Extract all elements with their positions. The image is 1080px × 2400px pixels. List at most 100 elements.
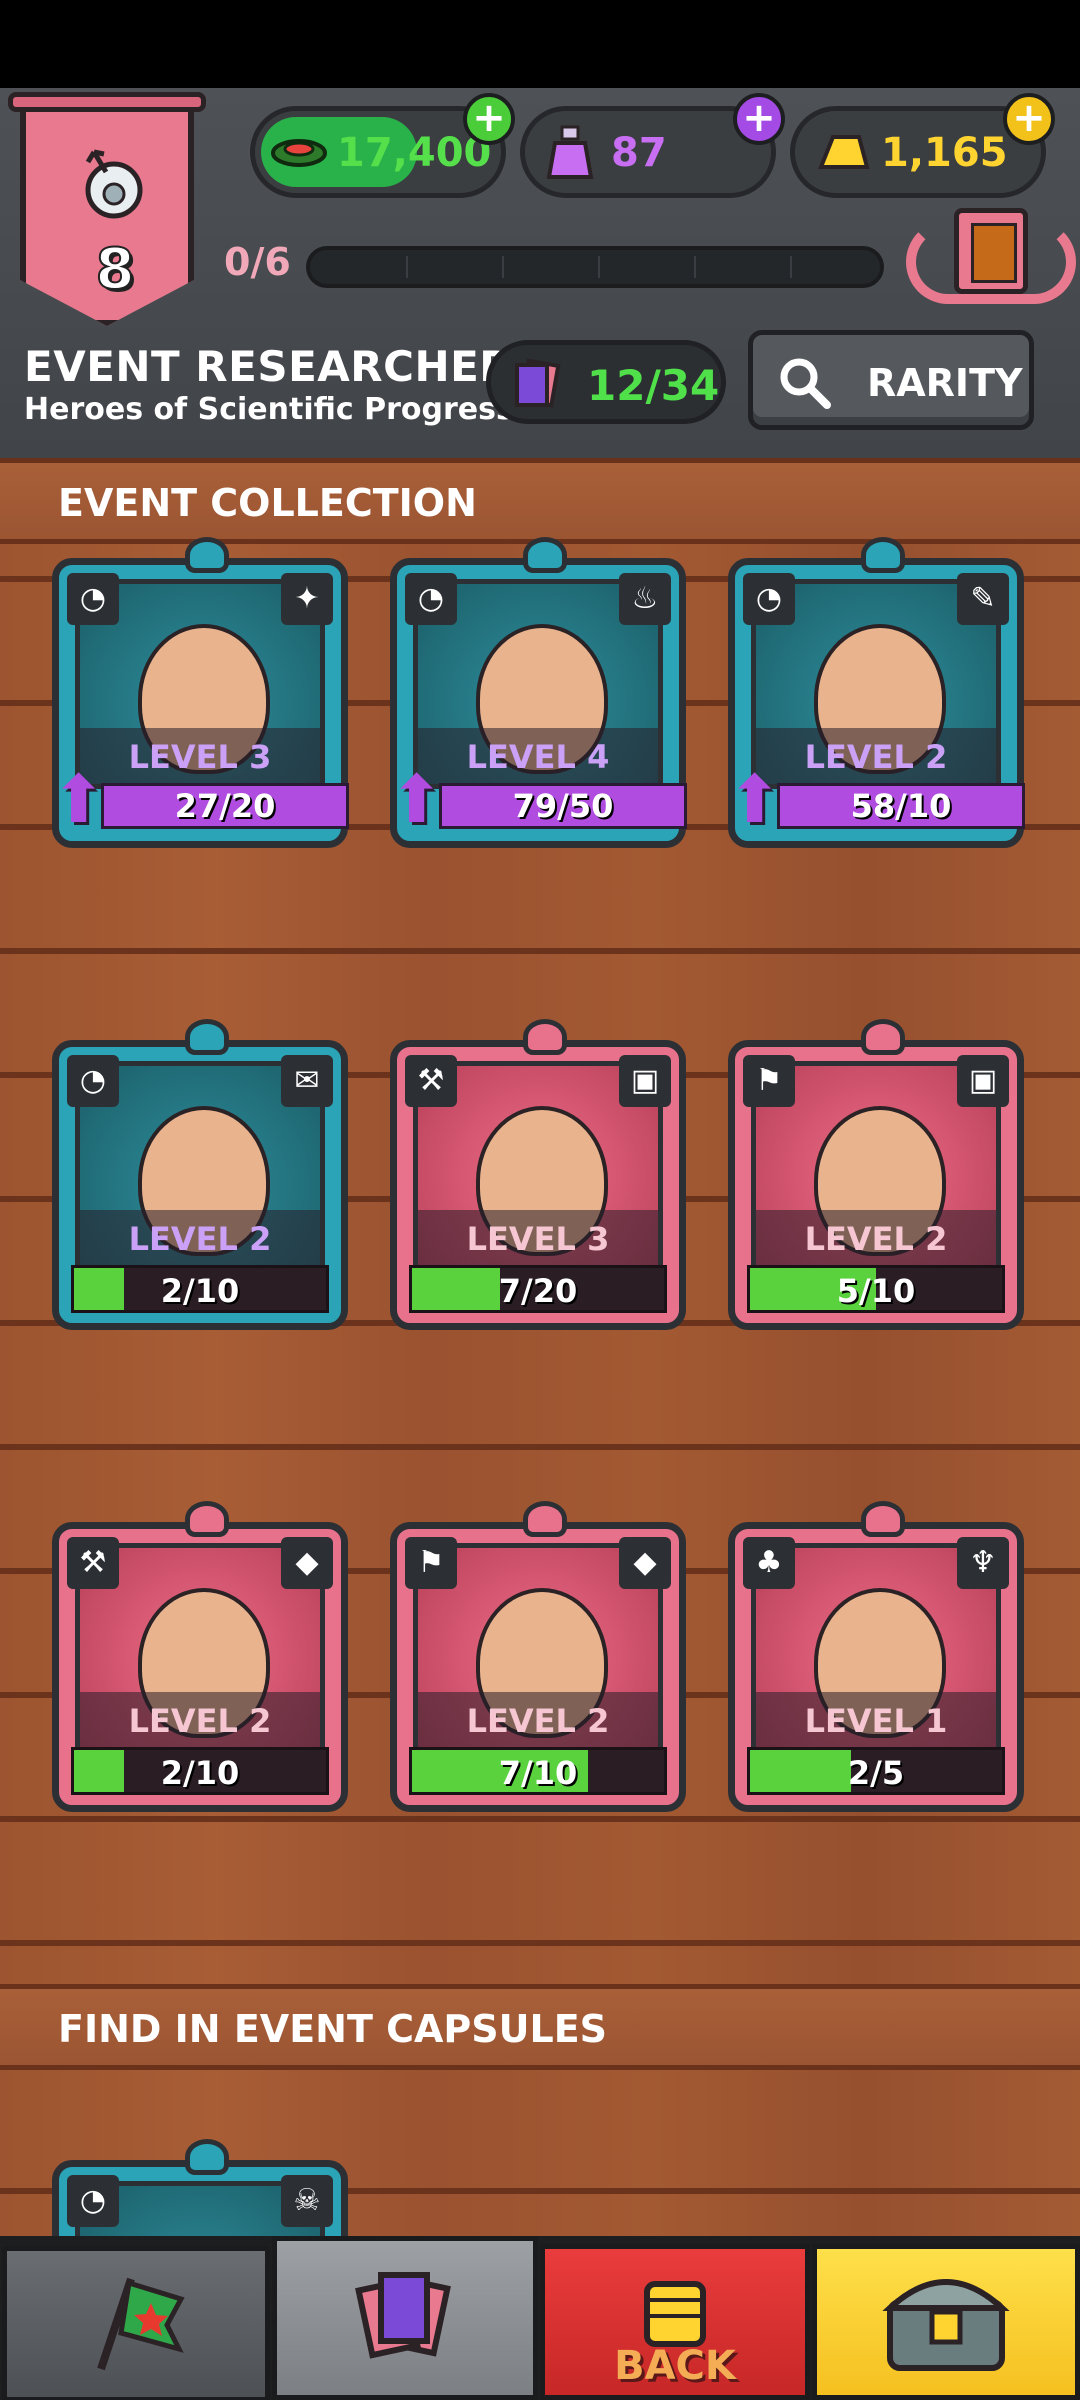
hero-card[interactable]: LEVEL 1 ♣ ♆ 2/5 <box>728 1501 1024 1812</box>
banner-rod <box>8 92 206 112</box>
potion-counter: 87 + <box>520 93 785 198</box>
card-progress-bar: 5/10 <box>747 1265 1005 1313</box>
hammer-icon: ⚒ <box>67 1537 119 1589</box>
xp-progress-bar <box>306 246 884 288</box>
status-bar <box>0 0 1080 88</box>
speed-gauge-icon: ◔ <box>67 2175 119 2227</box>
nav-shop-button[interactable] <box>812 2244 1080 2400</box>
map-icon: ◆ <box>281 1537 333 1589</box>
add-cash-button[interactable]: + <box>463 93 515 145</box>
event-capsules-title: FIND IN EVENT CAPSULES <box>58 2007 608 2051</box>
card-progress-bar: 2/10 <box>71 1747 329 1795</box>
lipstick-icon: ✎ <box>957 573 1009 625</box>
upgrade-progress[interactable]: ⬆ 27/20 <box>51 765 359 835</box>
card-progress-text: 58/10 <box>850 787 952 825</box>
back-button[interactable]: BACK <box>540 2244 810 2400</box>
oyster-icon: ✦ <box>281 573 333 625</box>
card-level: LEVEL 2 <box>466 1702 610 1740</box>
event-collection-header: EVENT COLLECTION <box>0 458 1080 544</box>
hero-card[interactable]: LEVEL 4 ◔ ♨ ⬆ 79/50 <box>389 537 687 848</box>
card-ornament <box>861 1501 905 1537</box>
speed-gauge-icon: ◔ <box>405 573 457 625</box>
card-progress-text: 2/5 <box>847 1754 905 1792</box>
card-progress-text: 7/10 <box>498 1754 578 1792</box>
helmet-icon <box>85 149 143 219</box>
hero-card[interactable]: LEVEL 2 ⚒ ◆ 2/10 <box>52 1501 348 1812</box>
gold-bar-icon <box>818 135 870 169</box>
collection-area[interactable]: EVENT COLLECTION FIND IN EVENT CAPSULES … <box>0 458 1080 2238</box>
collection-count: 12/34 <box>486 340 726 424</box>
cards-icon <box>355 2272 451 2359</box>
xp-progress-text: 0/6 <box>224 240 291 284</box>
clover-icon: ♣ <box>743 1537 795 1589</box>
potion-value: 87 <box>611 130 667 176</box>
upgrade-progress[interactable]: ⬆ 58/10 <box>727 765 1035 835</box>
hammer-icon: ⚒ <box>405 1055 457 1107</box>
card-ornament <box>523 1019 567 1055</box>
whip-icon: ✉ <box>281 1055 333 1107</box>
treasure-chest-icon <box>882 2279 1010 2371</box>
collection-count-value: 12/34 <box>587 361 720 410</box>
card-progress-text: 79/50 <box>512 787 614 825</box>
card-level: LEVEL 2 <box>128 1702 272 1740</box>
card-progress-text: 27/20 <box>174 787 276 825</box>
card-ornament <box>185 2139 229 2175</box>
card-progress-bar: 2/10 <box>71 1265 329 1313</box>
event-title: EVENT RESEARCHERS <box>24 342 543 391</box>
reward-card-icon <box>954 208 1028 294</box>
suitcase-icon: ▣ <box>619 1055 671 1107</box>
hero-card[interactable]: LEVEL 2 ⚑ ◆ 7/10 <box>390 1501 686 1812</box>
card-progress-bar: 7/20 <box>409 1265 667 1313</box>
cards-icon <box>515 358 561 408</box>
card-ornament <box>523 1501 567 1537</box>
upgrade-progress[interactable]: ⬆ 79/50 <box>389 765 697 835</box>
card-progress-text: 7/20 <box>498 1272 578 1310</box>
add-potion-button[interactable]: + <box>733 93 785 145</box>
flag-icon <box>97 2277 185 2371</box>
flag-icon: ⚑ <box>743 1055 795 1107</box>
card-ornament <box>185 1501 229 1537</box>
card-level: LEVEL 2 <box>804 1220 948 1258</box>
card-progress-bar: 7/10 <box>409 1747 667 1795</box>
add-gold-button[interactable]: + <box>1003 93 1055 145</box>
hero-card[interactable]: LEVEL 3 ◔ ✦ ⬆ 27/20 <box>51 537 349 848</box>
card-ornament <box>185 1019 229 1055</box>
card-progress-text: 2/10 <box>160 1754 240 1792</box>
capsule-card[interactable]: ◔ ☠ <box>52 2139 348 2238</box>
nav-cards-button[interactable] <box>272 2236 538 2400</box>
card-level: LEVEL 1 <box>804 1702 948 1740</box>
card-level: LEVEL 2 <box>128 1220 272 1258</box>
cash-value: 17,400 <box>337 130 492 176</box>
nav-flags-button[interactable] <box>2 2246 270 2400</box>
event-capsules-header: FIND IN EVENT CAPSULES <box>0 1984 1080 2070</box>
speed-gauge-icon: ◔ <box>67 1055 119 1107</box>
card-ornament <box>861 537 905 573</box>
speed-gauge-icon: ◔ <box>67 573 119 625</box>
gold-value: 1,165 <box>881 130 1008 176</box>
event-collection-title: EVENT COLLECTION <box>58 481 477 525</box>
gold-counter: 1,165 + <box>790 93 1055 198</box>
event-subtitle: Heroes of Scientific Progress <box>24 392 514 427</box>
back-label: BACK <box>614 2343 736 2389</box>
bottom-nav: BACK <box>0 2236 1080 2400</box>
speed-gauge-icon: ◔ <box>743 573 795 625</box>
rarity-label: RARITY <box>867 361 1023 405</box>
card-progress-text: 2/10 <box>160 1272 240 1310</box>
hero-card[interactable]: LEVEL 2 ◔ ✉ 2/10 <box>52 1019 348 1330</box>
hero-card[interactable]: LEVEL 2 ⚑ ▣ 5/10 <box>728 1019 1024 1330</box>
player-level-number: 8 <box>95 236 136 303</box>
rarity-sort-button[interactable]: RARITY <box>748 330 1034 430</box>
map-icon: ◆ <box>619 1537 671 1589</box>
flag-icon: ⚑ <box>405 1537 457 1589</box>
search-icon <box>780 358 831 409</box>
hero-card[interactable]: LEVEL 2 ◔ ✎ ⬆ 58/10 <box>727 537 1025 848</box>
hero-card[interactable]: LEVEL 3 ⚒ ▣ 7/20 <box>390 1019 686 1330</box>
card-ornament <box>185 537 229 573</box>
skull-icon: ☠ <box>281 2175 333 2227</box>
player-level-banner[interactable]: 8 <box>8 92 206 336</box>
palm-tree-icon: ♆ <box>957 1537 1009 1589</box>
suitcase-icon: ▣ <box>957 1055 1009 1107</box>
candles-icon: ♨ <box>619 573 671 625</box>
level-reward-card[interactable] <box>906 208 1076 312</box>
potion-icon <box>546 125 594 179</box>
